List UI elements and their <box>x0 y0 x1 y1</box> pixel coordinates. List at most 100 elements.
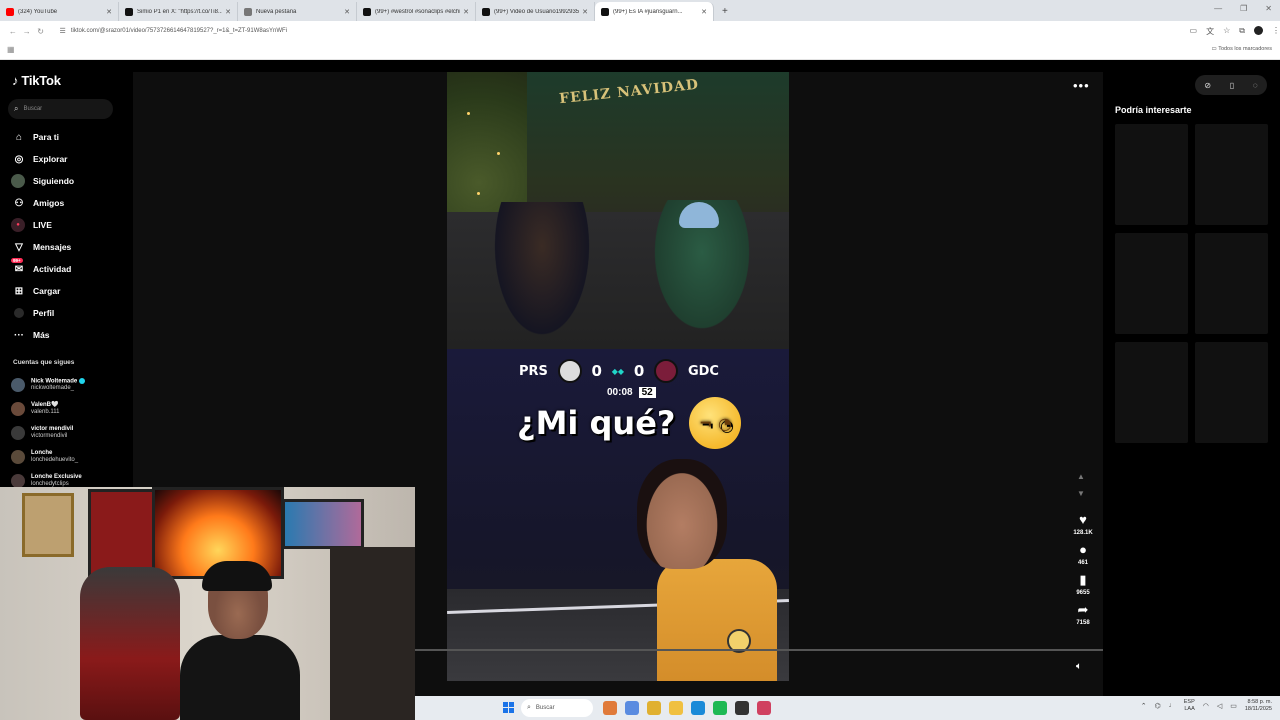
clock[interactable]: 8:58 p. m. 18/11/2025 <box>1245 699 1272 712</box>
mic-icon[interactable]: ♩ <box>1169 702 1176 709</box>
restore-icon[interactable]: ❐ <box>1240 4 1247 13</box>
account-names: victor mendivil victormendivil <box>31 426 73 440</box>
gaming-chair <box>80 567 180 720</box>
nav-item-actividad[interactable]: ✉ 99+ Actividad <box>11 257 131 280</box>
account-name: victor mendivil <box>31 426 74 432</box>
tab-close-icon[interactable]: ✕ <box>701 8 707 16</box>
next-video-icon[interactable]: ▼ <box>1077 489 1085 498</box>
speaker-icon[interactable]: ◁ <box>1217 702 1222 710</box>
battery-icon[interactable]: ▭ <box>1230 702 1237 710</box>
account-names: Nick Woltemade nickwoltemade_ <box>31 377 86 393</box>
tray-expand-icon[interactable]: ⌃ <box>1141 702 1147 710</box>
suggested-video-card[interactable] <box>1195 233 1268 334</box>
wall-frame <box>88 489 156 579</box>
nav-item-live[interactable]: ● LIVE <box>11 214 131 236</box>
main-nav: ⌂ Para ti ◎ Explorar Siguiendo ⚇ Amigos ● LIVE ▽ M… <box>11 126 131 346</box>
compass-icon[interactable]: ⊘ <box>1204 81 1211 90</box>
loading-icon[interactable]: ◌ <box>1253 81 1258 90</box>
tab-close-icon[interactable]: ✕ <box>463 8 469 16</box>
taskbar-app-icon[interactable] <box>735 701 749 715</box>
tiktok-logo[interactable]: ♪ TikTok <box>12 73 61 88</box>
network-icon[interactable]: ⌬ <box>1155 702 1161 710</box>
reload-icon[interactable]: ↻ <box>34 27 48 36</box>
site-info-icon[interactable]: ☰ <box>60 27 66 35</box>
taskbar-search[interactable]: ⌕ Buscar <box>521 699 593 717</box>
extensions-icon[interactable]: ⧉ <box>1239 26 1245 37</box>
comment-button[interactable]: ● 461 <box>1078 542 1088 566</box>
browser-tab[interactable]: Simio P1 en X: "https://t.co/Ti8... ✕ <box>119 2 238 21</box>
save-button[interactable]: ▮ 9655 <box>1076 572 1089 596</box>
tab-close-icon[interactable]: ✕ <box>344 8 350 16</box>
nav-item-amigos[interactable]: ⚇ Amigos <box>11 192 131 214</box>
bookmark-star-icon[interactable]: ☆ <box>1223 26 1230 37</box>
browser-menu-icon[interactable]: ⋮ <box>1272 26 1280 37</box>
tab-close-icon[interactable]: ✕ <box>225 8 231 16</box>
video-banner: FELIZ NAVIDAD <box>558 76 700 108</box>
new-tab-icon[interactable]: + <box>714 2 736 21</box>
suggested-video-card[interactable] <box>1195 342 1268 443</box>
video-progress-bar[interactable] <box>415 649 1103 651</box>
previous-video-icon[interactable]: ▲ <box>1077 472 1085 481</box>
nav-item-siguiendo[interactable]: Siguiendo <box>11 170 131 192</box>
start-button[interactable] <box>503 702 514 713</box>
nav-item-cargar[interactable]: ⊞ Cargar <box>11 280 131 302</box>
taskbar-app-icon[interactable] <box>713 701 727 715</box>
suggested-video-card[interactable] <box>1195 124 1268 225</box>
wifi-icon[interactable]: ◠ <box>1203 702 1209 710</box>
taskbar-app-icon[interactable] <box>757 701 771 715</box>
tab-title: Simio P1 en X: "https://t.co/Ti8... <box>137 8 223 15</box>
taskbar-app-icon[interactable] <box>669 701 683 715</box>
shelf <box>330 547 415 720</box>
search-input[interactable]: ⌕ Buscar <box>8 99 113 119</box>
following-account[interactable]: Lonche lonchedehuevito_ <box>11 445 131 469</box>
suggested-video-card[interactable] <box>1115 233 1188 334</box>
tab-close-icon[interactable]: ✕ <box>106 8 112 16</box>
tab-close-icon[interactable]: ✕ <box>582 8 588 16</box>
account-name: Lonche Exclusive <box>31 474 82 480</box>
taskbar-app-icon[interactable] <box>603 701 617 715</box>
streamer-body <box>180 635 300 720</box>
clock-date: 18/11/2025 <box>1244 705 1272 712</box>
tab-title: (324) YouTube <box>18 8 58 15</box>
language-indicator[interactable]: ESP LAA <box>1184 699 1195 712</box>
taskbar-app-icon[interactable] <box>625 701 639 715</box>
browser-tab[interactable]: (99+) Es IA #juansguarn... ✕ <box>595 2 714 21</box>
nav-item-para-ti[interactable]: ⌂ Para ti <box>11 126 131 148</box>
back-icon[interactable]: ← <box>6 27 20 36</box>
phone-icon[interactable]: ▯ <box>1230 81 1234 90</box>
league-logo: ◆◆ <box>611 366 625 376</box>
following-account[interactable]: Nick Woltemade nickwoltemade_ <box>11 373 131 397</box>
close-window-icon[interactable]: ✕ <box>1265 4 1272 13</box>
avatar <box>11 402 25 416</box>
install-app-icon[interactable]: ▭ <box>1190 26 1198 37</box>
like-button[interactable]: ♥ 128.1K <box>1073 512 1092 536</box>
heart-icon: ♥ <box>1079 512 1087 527</box>
nav-item-mensajes[interactable]: ▽ Mensajes <box>11 236 131 258</box>
suggested-video-card[interactable] <box>1115 124 1188 225</box>
more-options-icon[interactable]: ••• <box>1073 78 1090 93</box>
live-icon: ● <box>11 218 25 232</box>
nav-item-más[interactable]: ··· Más <box>11 324 131 346</box>
following-account[interactable]: victor mendivil victormendivil <box>11 421 131 445</box>
translate-icon[interactable]: 文 <box>1206 26 1214 37</box>
browser-tab[interactable]: (99+) #westrol #sonaclips #elchi... ✕ <box>357 2 476 21</box>
taskbar-app-icon[interactable] <box>691 701 705 715</box>
volume-icon[interactable]: 🔈︎ <box>1076 661 1082 672</box>
apps-grid-icon[interactable]: ▦ <box>7 45 15 54</box>
browser-tab[interactable]: Nueva pestaña ✕ <box>238 2 357 21</box>
suggested-video-card[interactable] <box>1115 342 1188 443</box>
toolbar-icons: ▭ 文 ☆ ⧉ ⋮ <box>1190 25 1280 37</box>
taskbar-app-icon[interactable] <box>647 701 661 715</box>
profile-avatar[interactable] <box>1253 25 1263 35</box>
browser-tab[interactable]: (324) YouTube ✕ <box>0 2 119 21</box>
nav-item-perfil[interactable]: Perfil <box>11 302 131 324</box>
following-account[interactable]: ValenB🤍 valenb.111 <box>11 397 131 421</box>
forward-icon[interactable]: → <box>20 27 34 36</box>
browser-tab[interactable]: (99+) Video de Usuario1992935... ✕ <box>476 2 595 21</box>
all-bookmarks-link[interactable]: ▭ Todos los marcadores <box>1212 46 1272 52</box>
video-player[interactable]: FELIZ NAVIDAD PRS 0 ◆◆ 0 GDC 00:08 52 ¿M… <box>447 72 789 681</box>
share-button[interactable]: ➦ 7158 <box>1076 602 1089 626</box>
minimize-icon[interactable]: — <box>1214 4 1222 13</box>
url-bar[interactable]: ☰ tiktok.com/@srazor01/video/75737266146… <box>56 24 1176 39</box>
nav-item-explorar[interactable]: ◎ Explorar <box>11 148 131 170</box>
